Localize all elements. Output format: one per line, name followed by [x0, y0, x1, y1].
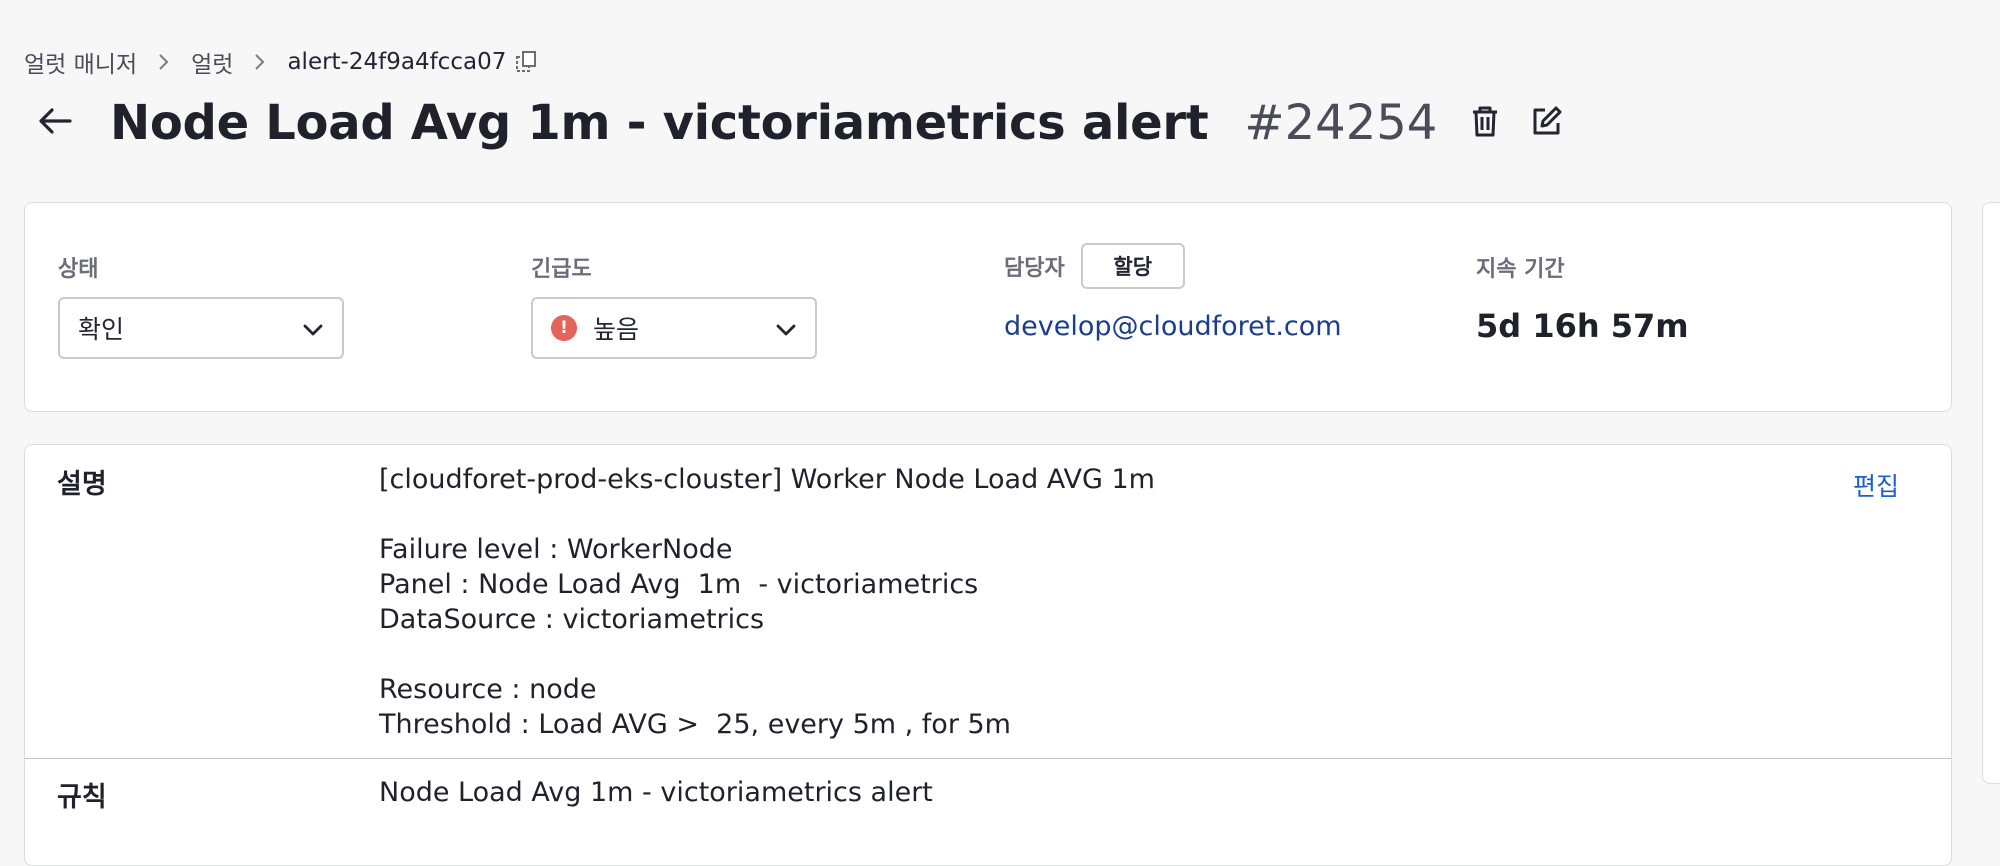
chevron-down-icon [302, 314, 324, 343]
page-title: Node Load Avg 1m - victoriametrics alert [110, 95, 1209, 151]
breadcrumb-item-alerts[interactable]: 얼럿 [191, 45, 233, 79]
edit-description-link[interactable]: 편집 [1853, 467, 1899, 503]
copy-icon[interactable] [514, 49, 540, 75]
alert-number: #24254 [1244, 95, 1438, 151]
alert-info-card: 상태 확인 긴급도 ! 높음 담당자 할당 develop@cloudforet… [24, 202, 1952, 412]
breadcrumb-item-alert-manager[interactable]: 얼럿 매니저 [24, 45, 137, 79]
edit-title-button[interactable] [1527, 103, 1567, 143]
urgency-section: 긴급도 ! 높음 [531, 251, 817, 359]
description-text: [cloudforet-prod-eks-clouster] Worker No… [379, 464, 1155, 740]
status-value: 확인 [78, 315, 125, 344]
duration-section: 지속 기간 5d 16h 57m [1476, 251, 1689, 345]
edit-icon [1531, 105, 1563, 141]
assignee-label: 담당자 [1004, 256, 1065, 281]
duration-label: 지속 기간 [1476, 257, 1565, 282]
delete-button[interactable] [1465, 103, 1505, 143]
urgency-label: 긴급도 [531, 257, 592, 282]
chevron-right-icon [233, 52, 287, 72]
rule-text[interactable]: Node Load Avg 1m - victoriametrics alert [379, 775, 933, 810]
description-row: 설명 [cloudforet-prod-eks-clouster] Worker… [25, 445, 1951, 759]
alert-circle-icon: ! [551, 315, 577, 341]
urgency-select[interactable]: ! 높음 [531, 297, 817, 359]
breadcrumb-current: alert-24f9a4fcca07 [287, 49, 507, 75]
title-row: Node Load Avg 1m - victoriametrics alert… [30, 90, 1567, 156]
rule-row: 규칙 Node Load Avg 1m - victoriametrics al… [25, 759, 1951, 819]
description-label: 설명 [57, 469, 107, 500]
duration-value: 5d 16h 57m [1476, 307, 1689, 345]
chevron-down-icon [775, 314, 797, 343]
side-panel-edge [1982, 202, 2000, 784]
assignee-section: 담당자 할당 develop@cloudforet.com [1004, 243, 1342, 342]
status-label: 상태 [58, 257, 99, 282]
assign-button[interactable]: 할당 [1080, 243, 1185, 289]
status-select[interactable]: 확인 [58, 297, 344, 359]
rule-label: 규칙 [57, 782, 107, 813]
trash-icon [1470, 104, 1500, 142]
back-button[interactable] [30, 98, 80, 148]
chevron-right-icon [137, 52, 191, 72]
assignee-email[interactable]: develop@cloudforet.com [1004, 311, 1342, 342]
arrow-left-icon [37, 106, 73, 140]
breadcrumb: 얼럿 매니저 얼럿 alert-24f9a4fcca07 [24, 44, 540, 80]
alert-details-card: 설명 [cloudforet-prod-eks-clouster] Worker… [24, 444, 1952, 866]
urgency-value: 높음 [593, 315, 640, 344]
status-section: 상태 확인 [58, 251, 344, 359]
